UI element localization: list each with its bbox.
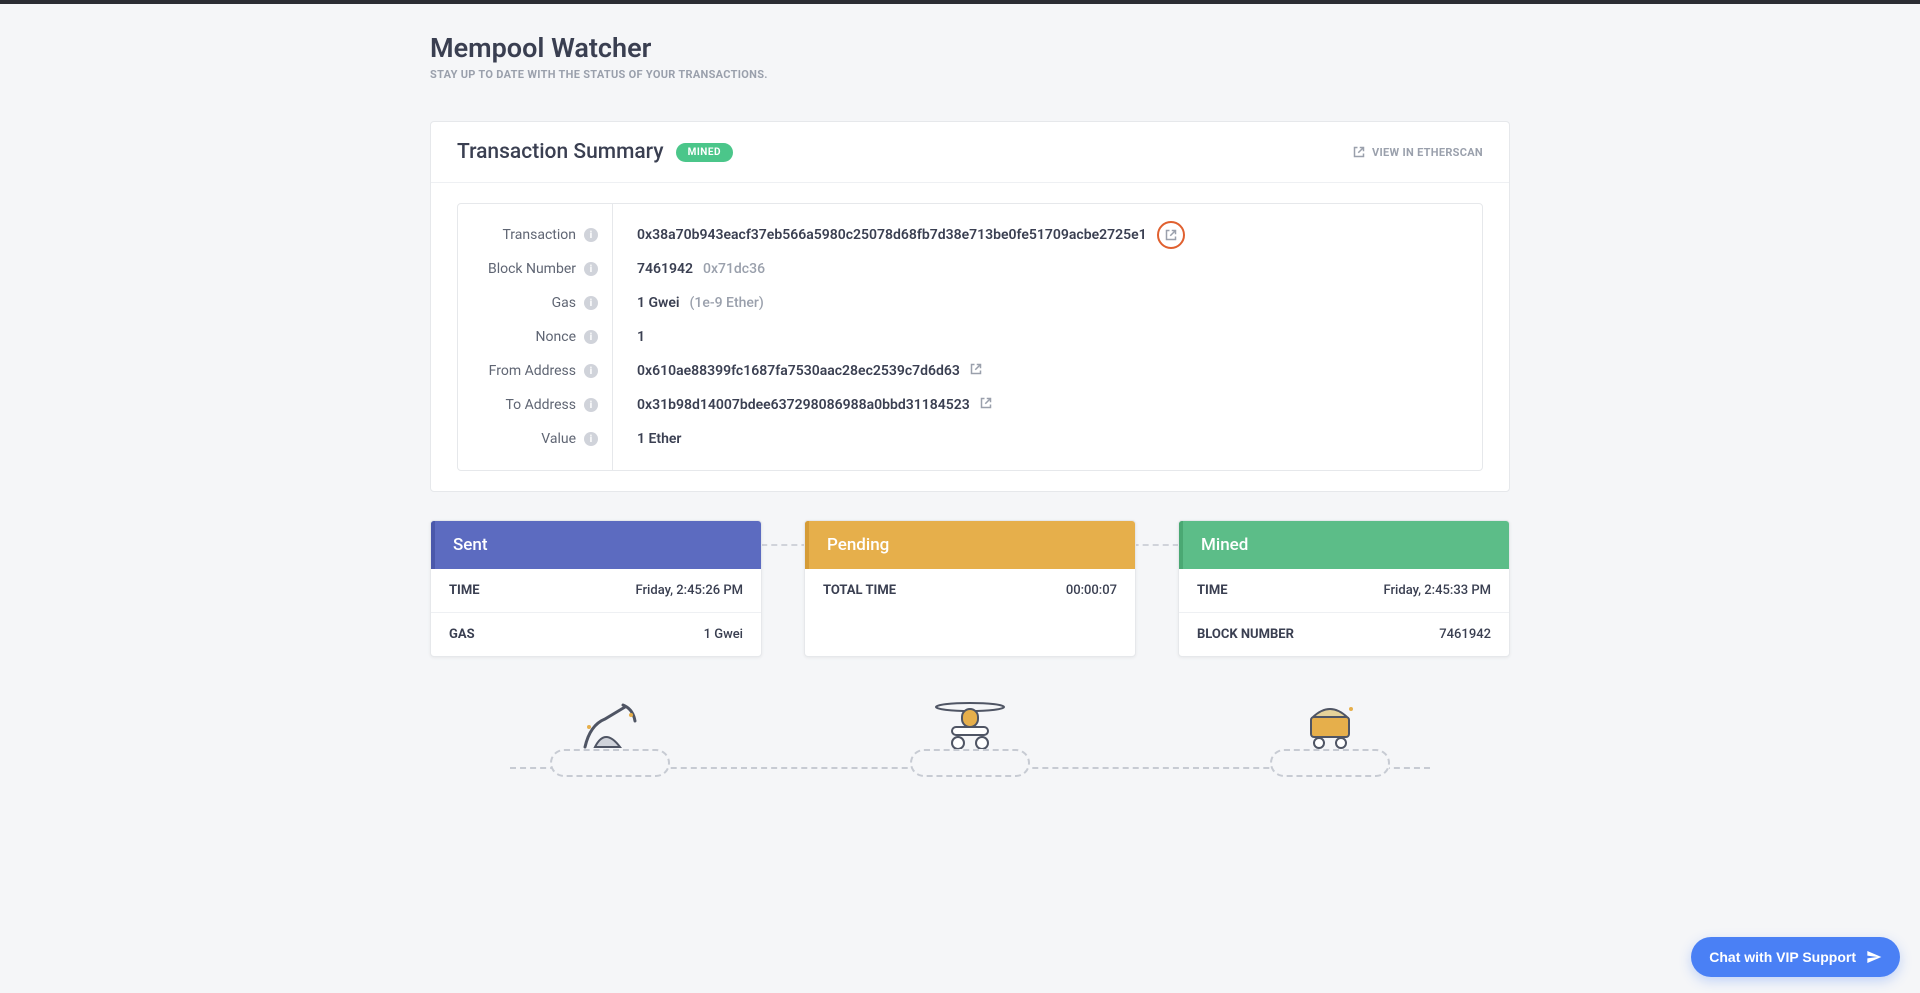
info-icon[interactable]: i (584, 228, 598, 242)
illustration-row (430, 697, 1510, 777)
card-title: Transaction Summary (457, 140, 664, 164)
info-icon[interactable]: i (584, 398, 598, 412)
page-subtitle: STAY UP TO DATE WITH THE STATUS OF YOUR … (430, 68, 1510, 81)
status-card-pending: Pending TOTAL TIME 00:00:07 (804, 520, 1136, 657)
mined-block-row: BLOCK NUMBER 7461942 (1179, 613, 1509, 656)
summary-labels: Transactioni Block Numberi Gasi Noncei F… (458, 204, 613, 470)
sent-time-value: Friday, 2:45:26 PM (635, 583, 743, 598)
etherscan-label: VIEW IN ETHERSCAN (1372, 146, 1483, 159)
illustration-oval (1270, 749, 1390, 777)
page: Mempool Watcher STAY UP TO DATE WITH THE… (430, 4, 1510, 817)
drone-illustration (910, 697, 1030, 777)
sent-gas-value: 1 Gwei (704, 627, 743, 642)
external-link-icon (1353, 146, 1365, 158)
minecart-illustration (1270, 697, 1390, 777)
external-link-icon[interactable] (970, 363, 982, 379)
info-icon[interactable]: i (584, 296, 598, 310)
chat-label: Chat with VIP Support (1709, 949, 1856, 965)
label-transaction: Transactioni (472, 218, 598, 252)
label-nonce: Noncei (472, 320, 598, 354)
transaction-summary-card: Transaction Summary MINED VIEW IN ETHERS… (430, 121, 1510, 492)
page-title: Mempool Watcher (430, 32, 1510, 64)
mined-time-label: TIME (1197, 583, 1228, 598)
illustration-oval (910, 749, 1030, 777)
status-title-pending: Pending (805, 521, 1135, 569)
info-icon[interactable]: i (584, 330, 598, 344)
status-title-sent: Sent (431, 521, 761, 569)
summary-body: Transactioni Block Numberi Gasi Noncei F… (431, 183, 1509, 491)
summary-box: Transactioni Block Numberi Gasi Noncei F… (457, 203, 1483, 471)
label-value: Valuei (472, 422, 598, 456)
value-block-number: 7461942 0x71dc36 (637, 252, 1458, 286)
mined-block-value: 7461942 (1439, 627, 1491, 642)
sent-time-row: TIME Friday, 2:45:26 PM (431, 569, 761, 613)
status-badge: MINED (676, 143, 733, 162)
pending-totaltime-row: TOTAL TIME 00:00:07 (805, 569, 1135, 612)
pickaxe-icon (575, 697, 645, 755)
info-icon[interactable]: i (584, 262, 598, 276)
drone-icon (928, 697, 1012, 755)
info-icon[interactable]: i (584, 364, 598, 378)
value-to: 0x31b98d14007bdee637298086988a0bbd311845… (637, 388, 1458, 422)
page-wrap: Mempool Watcher STAY UP TO DATE WITH THE… (210, 4, 1730, 817)
transaction-external-link-icon[interactable] (1157, 221, 1185, 249)
status-title-mined: Mined (1179, 521, 1509, 569)
pending-totaltime-value: 00:00:07 (1066, 583, 1117, 598)
pickaxe-illustration (550, 697, 670, 777)
status-card-sent: Sent TIME Friday, 2:45:26 PM GAS 1 Gwei (430, 520, 762, 657)
value-gas: 1 Gwei (1e-9 Ether) (637, 286, 1458, 320)
sent-gas-label: GAS (449, 627, 475, 642)
paper-plane-icon (1866, 949, 1882, 965)
view-in-etherscan-link[interactable]: VIEW IN ETHERSCAN (1353, 146, 1483, 159)
value-value: 1 Ether (637, 422, 1458, 456)
label-from: From Addressi (472, 354, 598, 388)
status-card-mined: Mined TIME Friday, 2:45:33 PM BLOCK NUMB… (1178, 520, 1510, 657)
external-link-icon[interactable] (980, 397, 992, 413)
mined-time-value: Friday, 2:45:33 PM (1383, 583, 1491, 598)
value-transaction: 0x38a70b943eacf37eb566a5980c25078d68fb7d… (637, 218, 1458, 252)
chat-support-button[interactable]: Chat with VIP Support (1691, 937, 1900, 977)
label-gas: Gasi (472, 286, 598, 320)
label-to: To Addressi (472, 388, 598, 422)
summary-values: 0x38a70b943eacf37eb566a5980c25078d68fb7d… (613, 204, 1482, 470)
label-block-number: Block Numberi (472, 252, 598, 286)
card-header: Transaction Summary MINED VIEW IN ETHERS… (431, 122, 1509, 183)
sent-time-label: TIME (449, 583, 480, 598)
value-from: 0x610ae88399fc1687fa7530aac28ec2539c7d6d… (637, 354, 1458, 388)
status-row: Sent TIME Friday, 2:45:26 PM GAS 1 Gwei … (430, 520, 1510, 657)
value-nonce: 1 (637, 320, 1458, 354)
sent-gas-row: GAS 1 Gwei (431, 613, 761, 656)
info-icon[interactable]: i (584, 432, 598, 446)
illustration-oval (550, 749, 670, 777)
pending-totaltime-label: TOTAL TIME (823, 583, 896, 598)
mined-block-label: BLOCK NUMBER (1197, 627, 1294, 642)
mined-time-row: TIME Friday, 2:45:33 PM (1179, 569, 1509, 613)
card-header-left: Transaction Summary MINED (457, 140, 733, 164)
minecart-icon (1295, 697, 1365, 755)
